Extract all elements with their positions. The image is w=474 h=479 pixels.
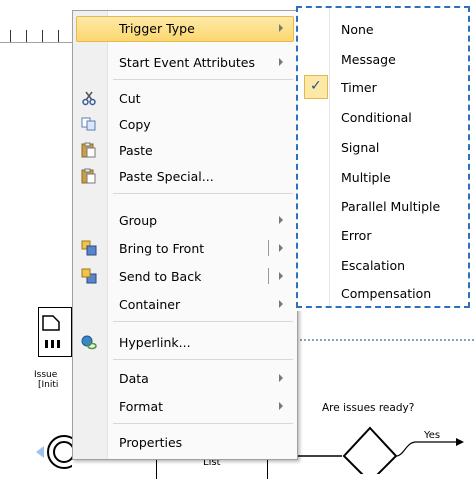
menu-item-group[interactable]: Group <box>73 207 297 233</box>
menu-item-start-event-attributes[interactable]: Start Event Attributes <box>73 49 297 75</box>
start-event-shape[interactable] <box>38 307 72 357</box>
context-menu: Trigger Type Start Event Attributes Cut … <box>72 10 298 460</box>
left-arrow-icon <box>36 446 44 458</box>
menu-item-label: Container <box>119 297 181 312</box>
menu-item-label: Paste Special... <box>119 169 214 184</box>
send-to-back-icon <box>81 268 97 284</box>
menu-item-properties[interactable]: Properties <box>73 429 297 455</box>
menu-item-label: Copy <box>119 117 151 132</box>
bring-to-front-icon <box>81 240 97 256</box>
submenu-arrow-icon <box>279 272 283 280</box>
menu-item-cut[interactable]: Cut <box>73 85 297 111</box>
submenu-arrow-icon <box>279 300 283 308</box>
menu-item-label: Format <box>119 399 164 414</box>
submenu-arrow-icon <box>279 58 283 66</box>
start-event-glyph-icon <box>42 315 60 348</box>
menu-separator <box>113 423 293 424</box>
ruler-tick <box>10 30 11 42</box>
menu-item-format[interactable]: Format <box>73 393 297 419</box>
trigger-type-submenu: None Message ✓ Timer Conditional Signal … <box>296 0 474 311</box>
menu-item-container[interactable]: Container <box>73 291 297 317</box>
menu-item-label: Send to Back <box>119 269 202 284</box>
submenu-arrow-icon <box>279 374 283 382</box>
decision-gateway-shape[interactable] <box>296 418 474 474</box>
dotted-guide <box>296 339 474 341</box>
paste-icon <box>81 142 96 158</box>
ruler-tick <box>42 30 43 42</box>
menu-separator <box>113 359 293 360</box>
submenu-arrow-icon <box>279 402 283 410</box>
split-separator <box>268 240 269 256</box>
menu-item-label: Bring to Front <box>119 241 205 256</box>
split-separator <box>268 268 269 284</box>
menu-item-copy[interactable]: Copy <box>73 111 297 137</box>
menu-item-paste[interactable]: Paste <box>73 137 297 163</box>
decision-label: Are issues ready? <box>322 402 415 414</box>
menu-item-label: Paste <box>119 143 153 158</box>
submenu-arrow-icon <box>279 24 283 32</box>
yes-label: Yes <box>424 430 441 441</box>
ruler-tick <box>58 30 59 42</box>
timer-event-shape[interactable] <box>0 428 72 474</box>
menu-item-trigger-type[interactable]: Trigger Type <box>73 15 297 42</box>
issue-label: Issue <box>34 370 58 380</box>
submenu-arrow-icon <box>279 216 283 224</box>
hyperlink-icon <box>81 335 97 350</box>
copy-icon <box>81 117 96 131</box>
scissors-icon <box>82 91 96 106</box>
menu-separator <box>113 321 293 322</box>
menu-separator <box>113 79 293 80</box>
menu-separator <box>113 193 293 194</box>
menu-item-hyperlink[interactable]: Hyperlink... <box>73 329 297 355</box>
ruler-tick <box>26 30 27 42</box>
menu-item-send-to-back[interactable]: Send to Back <box>73 263 297 289</box>
menu-item-label: Data <box>119 371 149 386</box>
submenu-arrow-icon <box>279 244 283 252</box>
menu-item-data[interactable]: Data <box>73 365 297 391</box>
menu-item-label: Cut <box>119 91 141 106</box>
menu-item-label: Trigger Type <box>119 21 195 36</box>
issue-label-sub: [Initi <box>38 380 59 390</box>
paste-special-icon <box>81 168 96 184</box>
menu-item-label: Group <box>119 213 158 228</box>
menu-item-bring-to-front[interactable]: Bring to Front <box>73 235 297 261</box>
menu-item-label: Start Event Attributes <box>119 55 255 70</box>
submenu-dashed-border <box>296 6 470 308</box>
menu-item-paste-special[interactable]: Paste Special... <box>73 163 297 189</box>
menu-item-label: Properties <box>119 435 183 450</box>
menu-item-label: Hyperlink... <box>119 335 191 350</box>
